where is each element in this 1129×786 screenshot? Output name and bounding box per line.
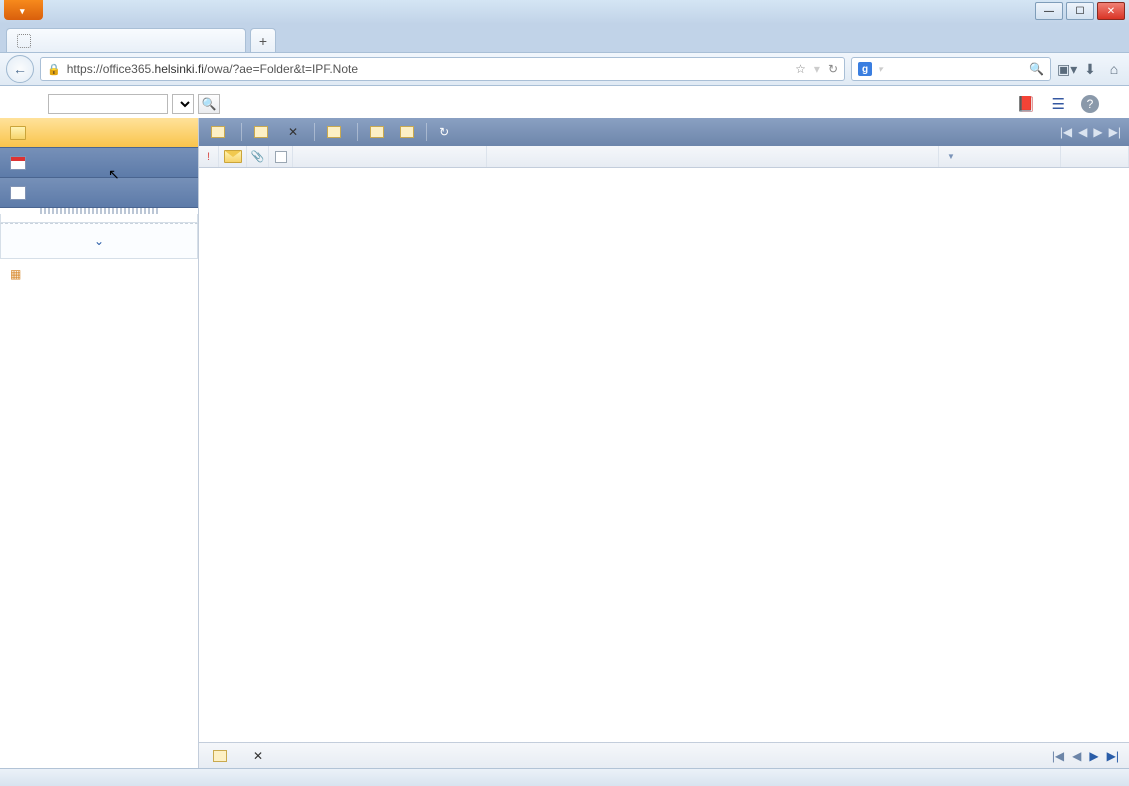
gear-folder-icon: ▦	[10, 267, 21, 281]
bottom-delete-button[interactable]: ✕	[247, 745, 273, 767]
mark-read-button[interactable]	[364, 121, 390, 143]
col-importance[interactable]: !	[199, 146, 219, 167]
column-headers: ! 📎 ▼	[199, 146, 1129, 168]
col-from[interactable]	[293, 146, 487, 167]
mark-read-icon	[370, 126, 384, 138]
browser-statusbar	[0, 768, 1129, 786]
next-page-button[interactable]: ▶	[1091, 125, 1104, 139]
delete-icon: ✕	[288, 125, 298, 139]
window-titlebar: — ☐ ✕	[0, 0, 1129, 24]
col-subject[interactable]	[487, 146, 939, 167]
bookmarks-menu-icon[interactable]: ▣▾	[1057, 61, 1075, 78]
move-icon	[254, 126, 268, 138]
back-button[interactable]: ←	[6, 55, 34, 83]
main-pane: ✕ ↻ |◀ ◀ ▶ ▶| ! 📎	[198, 118, 1129, 768]
options-icon: ☰	[1052, 96, 1065, 113]
last-page-button-bottom[interactable]: ▶|	[1105, 749, 1121, 763]
owa-app: 🔍 📕 ☰ ?	[0, 86, 1129, 768]
downloads-icon[interactable]: ⬇	[1081, 61, 1099, 78]
tab-strip: +	[0, 24, 1129, 52]
google-icon: g	[858, 62, 872, 76]
mark-unread-button[interactable]	[394, 121, 420, 143]
refresh-icon: ↻	[439, 125, 449, 139]
col-attachment[interactable]: 📎	[247, 146, 269, 167]
first-page-button-bottom[interactable]: |◀	[1050, 749, 1066, 763]
bottom-move-button[interactable]	[207, 745, 237, 767]
help-icon[interactable]: ?	[1081, 95, 1099, 113]
view-all-folders-link[interactable]: ⌄	[0, 223, 198, 259]
col-item-type[interactable]	[219, 146, 247, 167]
chevron-down-icon: ⌄	[94, 234, 104, 248]
options-link[interactable]: ☰	[1052, 95, 1065, 113]
url-text: https://office365.helsinki.fi/owa/?ae=Fo…	[67, 62, 358, 76]
lock-icon: 🔒	[47, 63, 61, 76]
owa-header-right: 📕 ☰ ?	[1017, 95, 1115, 113]
delete-button[interactable]: ✕	[282, 121, 308, 143]
browser-nav-bar: ← 🔒 https://office365.helsinki.fi/owa/?a…	[0, 52, 1129, 86]
nav-mail[interactable]	[0, 118, 198, 148]
sort-desc-icon: ▼	[947, 152, 955, 161]
envelope-icon	[224, 150, 242, 163]
contacts-icon	[10, 186, 26, 200]
search-go-icon[interactable]: 🔍	[1029, 62, 1044, 76]
bookmark-star-icon[interactable]: ☆	[795, 62, 806, 76]
minimize-button[interactable]: —	[1035, 2, 1063, 20]
new-message-button[interactable]	[205, 121, 235, 143]
prev-page-button-bottom[interactable]: ◀	[1070, 749, 1083, 763]
delete-icon: ✕	[253, 749, 263, 763]
new-tab-button[interactable]: +	[250, 28, 276, 52]
owa-search: 🔍	[48, 94, 220, 114]
tab-favicon	[17, 34, 31, 48]
search-input[interactable]	[48, 94, 168, 114]
maximize-button[interactable]: ☐	[1066, 2, 1094, 20]
junk-button[interactable]	[321, 121, 351, 143]
prev-page-button[interactable]: ◀	[1076, 125, 1089, 139]
nav-contacts[interactable]	[0, 178, 198, 208]
message-toolbar: ✕ ↻ |◀ ◀ ▶ ▶|	[199, 118, 1129, 146]
owa-body: ⌄ ▦ ✕ ↻ |◀ ◀	[0, 118, 1129, 768]
calendar-icon	[10, 156, 26, 170]
move-icon	[213, 750, 227, 762]
col-size[interactable]	[1061, 146, 1129, 167]
browser-search-box[interactable]: g ▾ 🔍	[851, 57, 1051, 81]
first-page-button[interactable]: |◀	[1058, 125, 1074, 139]
address-book-icon[interactable]: 📕	[1017, 95, 1036, 113]
message-list[interactable]	[199, 168, 1129, 742]
reload-icon[interactable]: ↻	[828, 62, 838, 76]
firefox-menu-button[interactable]	[4, 0, 43, 20]
sidebar: ⌄ ▦	[0, 118, 198, 768]
col-checkbox[interactable]	[269, 146, 293, 167]
close-button[interactable]: ✕	[1097, 2, 1125, 20]
refresh-button[interactable]: ↻	[433, 121, 455, 143]
window-controls: — ☐ ✕	[1031, 0, 1129, 22]
mark-unread-icon	[400, 126, 414, 138]
search-go-button[interactable]: 🔍	[198, 94, 220, 114]
bottom-bar: ✕ |◀ ◀ ▶ ▶|	[199, 742, 1129, 768]
owa-header: 🔍 📕 ☰ ?	[0, 86, 1129, 118]
browser-tab[interactable]	[6, 28, 246, 52]
nav-calendar[interactable]	[0, 148, 198, 178]
search-scope-select[interactable]	[172, 94, 194, 114]
mail-icon	[10, 126, 26, 140]
junk-icon	[327, 126, 341, 138]
move-button[interactable]	[248, 121, 278, 143]
manage-folders-link[interactable]: ▦	[0, 259, 198, 289]
folder-list	[0, 214, 198, 223]
url-bar[interactable]: 🔒 https://office365.helsinki.fi/owa/?ae=…	[40, 57, 845, 81]
new-message-icon	[211, 126, 225, 138]
next-page-button-bottom[interactable]: ▶	[1087, 749, 1100, 763]
last-page-button[interactable]: ▶|	[1107, 125, 1123, 139]
home-icon[interactable]: ⌂	[1105, 61, 1123, 77]
col-received[interactable]: ▼	[939, 146, 1061, 167]
